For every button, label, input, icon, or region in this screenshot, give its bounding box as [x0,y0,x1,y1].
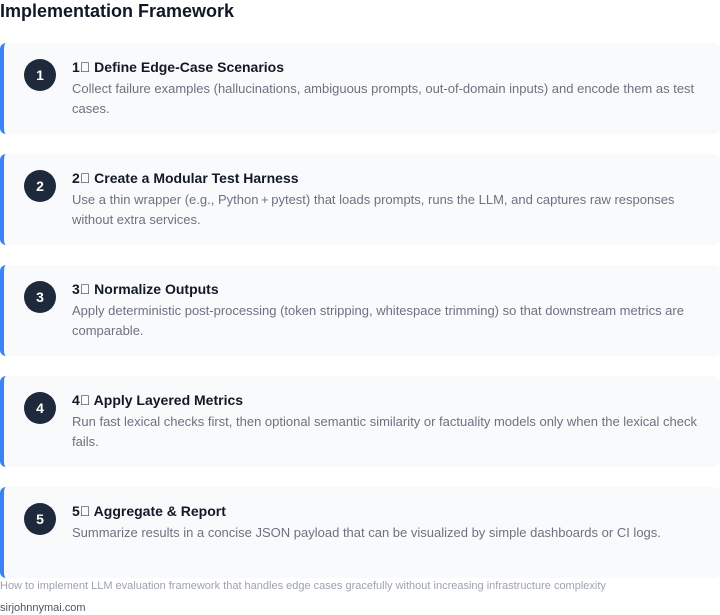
step-number-badge: 1 [24,59,56,91]
step-content: 1⃣ Define Edge-Case Scenarios Collect fa… [72,58,704,119]
step-card: 4 4⃣ Apply Layered Metrics Run fast lexi… [0,376,720,467]
step-content: 4⃣ Apply Layered Metrics Run fast lexica… [72,391,704,452]
step-title: 1⃣ Define Edge-Case Scenarios [72,59,285,75]
page-title: Implementation Framework [0,1,235,21]
step-number-badge: 2 [24,170,56,202]
step-card: 3 3⃣ Normalize Outputs Apply determinist… [0,265,720,356]
step-title: 2⃣ Create a Modular Test Harness [72,170,299,186]
step-description: Collect failure examples (hallucinations… [72,81,695,116]
step-description: Summarize results in a concise JSON payl… [72,525,661,540]
figure-caption: How to implement LLM evaluation framewor… [0,580,606,592]
step-card: 5 5⃣ Aggregate & Report Summarize result… [0,487,720,578]
site-attribution: sirjohnnymai.com [0,602,86,614]
step-description: Apply deterministic post-processing (tok… [72,303,684,338]
step-list: 1 1⃣ Define Edge-Case Scenarios Collect … [0,43,720,598]
step-title: 5⃣ Aggregate & Report [72,503,226,519]
step-description: Use a thin wrapper (e.g., Python + pytes… [72,192,675,227]
step-card: 1 1⃣ Define Edge-Case Scenarios Collect … [0,43,720,134]
step-content: 2⃣ Create a Modular Test Harness Use a t… [72,169,704,230]
step-title: 3⃣ Normalize Outputs [72,281,219,297]
step-number-badge: 3 [24,281,56,313]
step-content: 3⃣ Normalize Outputs Apply deterministic… [72,280,704,341]
step-content: 5⃣ Aggregate & Report Summarize results … [72,502,704,543]
step-title: 4⃣ Apply Layered Metrics [72,392,244,408]
step-description: Run fast lexical checks first, then opti… [72,414,697,449]
step-card: 2 2⃣ Create a Modular Test Harness Use a… [0,154,720,245]
step-number-badge: 4 [24,392,56,424]
step-number-badge: 5 [24,503,56,535]
